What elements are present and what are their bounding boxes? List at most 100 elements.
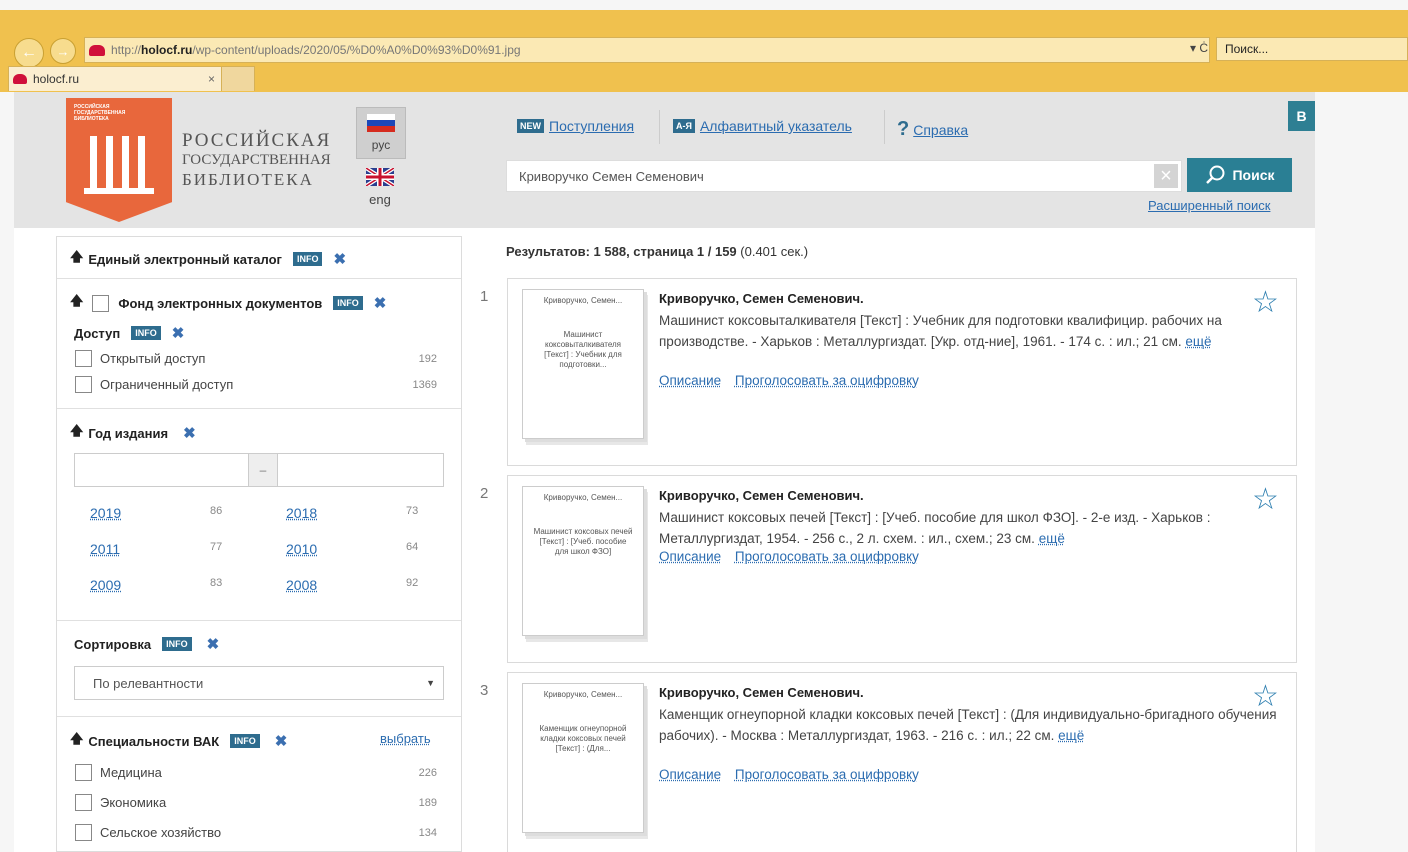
year-range-input[interactable]: –	[74, 453, 444, 487]
describe-link[interactable]: Описание	[659, 767, 721, 782]
back-arrow-icon[interactable]: ←	[14, 38, 44, 68]
nav-alphabetical-index[interactable]: А-Я Алфавитный указатель	[673, 118, 852, 134]
nav-alphabetical-index-link[interactable]: Алфавитный указатель	[700, 118, 852, 134]
more-link[interactable]: ещё	[1039, 531, 1065, 546]
vote-digitize-link[interactable]: Проголосовать за оцифровку	[735, 549, 919, 564]
describe-link[interactable]: Описание	[659, 549, 721, 564]
search-button-label: Поиск	[1232, 167, 1275, 183]
year-link[interactable]: 2018	[286, 505, 317, 521]
address-bar[interactable]: http://holocf.ru/wp-content/uploads/2020…	[84, 37, 1210, 63]
search-button[interactable]: Поиск	[1187, 158, 1292, 192]
sort-select[interactable]: По релевантности ▼	[74, 666, 444, 700]
remove-filter-icon[interactable]: ✖	[183, 424, 196, 442]
remove-filter-icon[interactable]: ✖	[275, 732, 288, 750]
vote-digitize-link[interactable]: Проголосовать за оцифровку	[735, 767, 919, 782]
uk-flag-icon	[366, 168, 394, 186]
book-cover-thumbnail[interactable]: Криворучко, Семен... Машинист коксовых п…	[522, 486, 644, 636]
vak-option[interactable]: Медицина 226	[75, 764, 437, 781]
result-description: Машинист коксовых печей [Текст] : [Учеб.…	[659, 507, 1284, 549]
nav-help[interactable]: ? Справка	[897, 118, 968, 141]
result-card: Криворучко, Семен... Каменщик огнеупорно…	[507, 672, 1297, 852]
favorite-star-icon[interactable]: ☆	[1252, 482, 1279, 517]
lang-en-label: eng	[369, 192, 391, 207]
checkbox[interactable]	[75, 376, 92, 393]
arrow-up-icon: 🡅	[70, 731, 84, 746]
remove-filter-icon[interactable]: ✖	[333, 250, 346, 268]
logo-line1: РОССИЙСКАЯ	[182, 130, 332, 151]
access-option-open[interactable]: Открытый доступ 192	[75, 350, 437, 367]
new-tab-button[interactable]	[221, 66, 255, 91]
nav-new-arrivals-link[interactable]: Поступления	[549, 118, 634, 134]
fund-checkbox[interactable]	[92, 294, 110, 312]
browser-search-input[interactable]: Поиск...	[1216, 37, 1408, 61]
facet-count: 1369	[412, 378, 437, 391]
year-link[interactable]: 2009	[90, 577, 121, 593]
year-link[interactable]: 2019	[90, 505, 121, 521]
result-author[interactable]: Криворучко, Семен Семенович.	[659, 685, 864, 700]
library-logo[interactable]: РОССИЙСКАЯ ГОСУДАРСТВЕННАЯ БИБЛИОТЕКА	[66, 98, 172, 222]
info-badge[interactable]: INFO	[292, 252, 323, 266]
results-time: (0.401 сек.)	[736, 244, 809, 259]
more-link[interactable]: ещё	[1058, 728, 1084, 743]
lang-en-button[interactable]: eng	[360, 168, 400, 212]
favorite-star-icon[interactable]: ☆	[1252, 679, 1279, 714]
vak-option[interactable]: Экономика 189	[75, 794, 437, 811]
help-icon: ?	[897, 118, 910, 140]
checkbox[interactable]	[75, 824, 92, 841]
vote-digitize-link[interactable]: Проголосовать за оцифровку	[735, 373, 919, 388]
tab-close-icon[interactable]: ×	[208, 72, 215, 86]
access-title: Доступ	[74, 325, 121, 341]
result-description: Каменщик огнеупорной кладки коксовых печ…	[659, 704, 1284, 746]
browser-tab[interactable]: holocf.ru ×	[8, 66, 222, 91]
remove-filter-icon[interactable]: ✖	[172, 324, 185, 342]
facet-count: 192	[418, 352, 437, 365]
new-tag: NEW	[517, 119, 544, 133]
checkbox[interactable]	[75, 764, 92, 781]
nav-new-arrivals[interactable]: NEW Поступления	[517, 118, 634, 134]
refresh-icon[interactable]: ▾ Ċ	[1190, 41, 1208, 55]
lang-ru-label: рус	[371, 138, 391, 152]
lang-ru-button[interactable]: рус	[356, 107, 406, 159]
book-cover-thumbnail[interactable]: Криворучко, Семен... Каменщик огнеупорно…	[522, 683, 644, 833]
year-link[interactable]: 2010	[286, 541, 317, 557]
vak-choose-link[interactable]: выбрать	[380, 731, 431, 746]
year-link[interactable]: 2011	[90, 541, 120, 557]
describe-link[interactable]: Описание	[659, 373, 721, 388]
result-author[interactable]: Криворучко, Семен Семенович.	[659, 291, 864, 306]
nav-help-link[interactable]: Справка	[913, 122, 968, 138]
result-links: Описание Проголосовать за оцифровку	[659, 373, 929, 388]
arrow-up-icon: 🡅	[70, 423, 84, 438]
checkbox[interactable]	[75, 794, 92, 811]
info-badge[interactable]: INFO	[333, 296, 363, 310]
vak-filter-header[interactable]: 🡅 Специальности ВАК INFO ✖	[70, 730, 287, 752]
catalog-filter-header[interactable]: 🡅 Единый электронный каталог INFO ✖	[70, 248, 346, 270]
search-input[interactable]: Криворучко Семен Семенович	[506, 160, 1182, 192]
year-count: 92	[406, 577, 419, 589]
info-badge[interactable]: INFO	[131, 326, 161, 340]
vak-option[interactable]: Сельское хозяйство 134	[75, 824, 437, 841]
info-badge[interactable]: INFO	[162, 637, 192, 651]
remove-filter-icon[interactable]: ✖	[207, 635, 220, 653]
remove-filter-icon[interactable]: ✖	[374, 294, 387, 312]
more-link[interactable]: ещё	[1185, 334, 1211, 349]
access-option-restricted[interactable]: Ограниченный доступ 1369	[75, 376, 437, 393]
fund-filter-header[interactable]: 🡅 Фонд электронных документов INFO ✖	[70, 292, 386, 314]
arrow-up-icon: 🡅	[70, 293, 84, 308]
results-summary: Результатов: 1 588, страница 1 / 159 (0.…	[506, 244, 808, 259]
year-link[interactable]: 2008	[286, 577, 317, 593]
corner-button[interactable]: В	[1288, 101, 1315, 131]
search-icon	[1206, 165, 1225, 184]
logo-line3: БИБЛИОТЕКА	[182, 170, 314, 189]
advanced-search-link[interactable]: Расширенный поиск	[1148, 198, 1270, 213]
thumb-title: Криворучко, Семен...	[543, 493, 623, 502]
clear-search-icon[interactable]: ×	[1154, 164, 1178, 188]
result-number: 1	[480, 288, 489, 305]
info-badge[interactable]: INFO	[230, 734, 260, 748]
favorite-star-icon[interactable]: ☆	[1252, 285, 1279, 320]
forward-arrow-icon[interactable]: →	[50, 38, 76, 64]
year-filter-header[interactable]: 🡅 Год издания ✖	[70, 422, 196, 444]
result-author[interactable]: Криворучко, Семен Семенович.	[659, 488, 864, 503]
result-desc-text: Машинист коксовых печей [Текст] : [Учеб.…	[659, 510, 1211, 546]
book-cover-thumbnail[interactable]: Криворучко, Семен... Машинист коксовытал…	[522, 289, 644, 439]
checkbox[interactable]	[75, 350, 92, 367]
